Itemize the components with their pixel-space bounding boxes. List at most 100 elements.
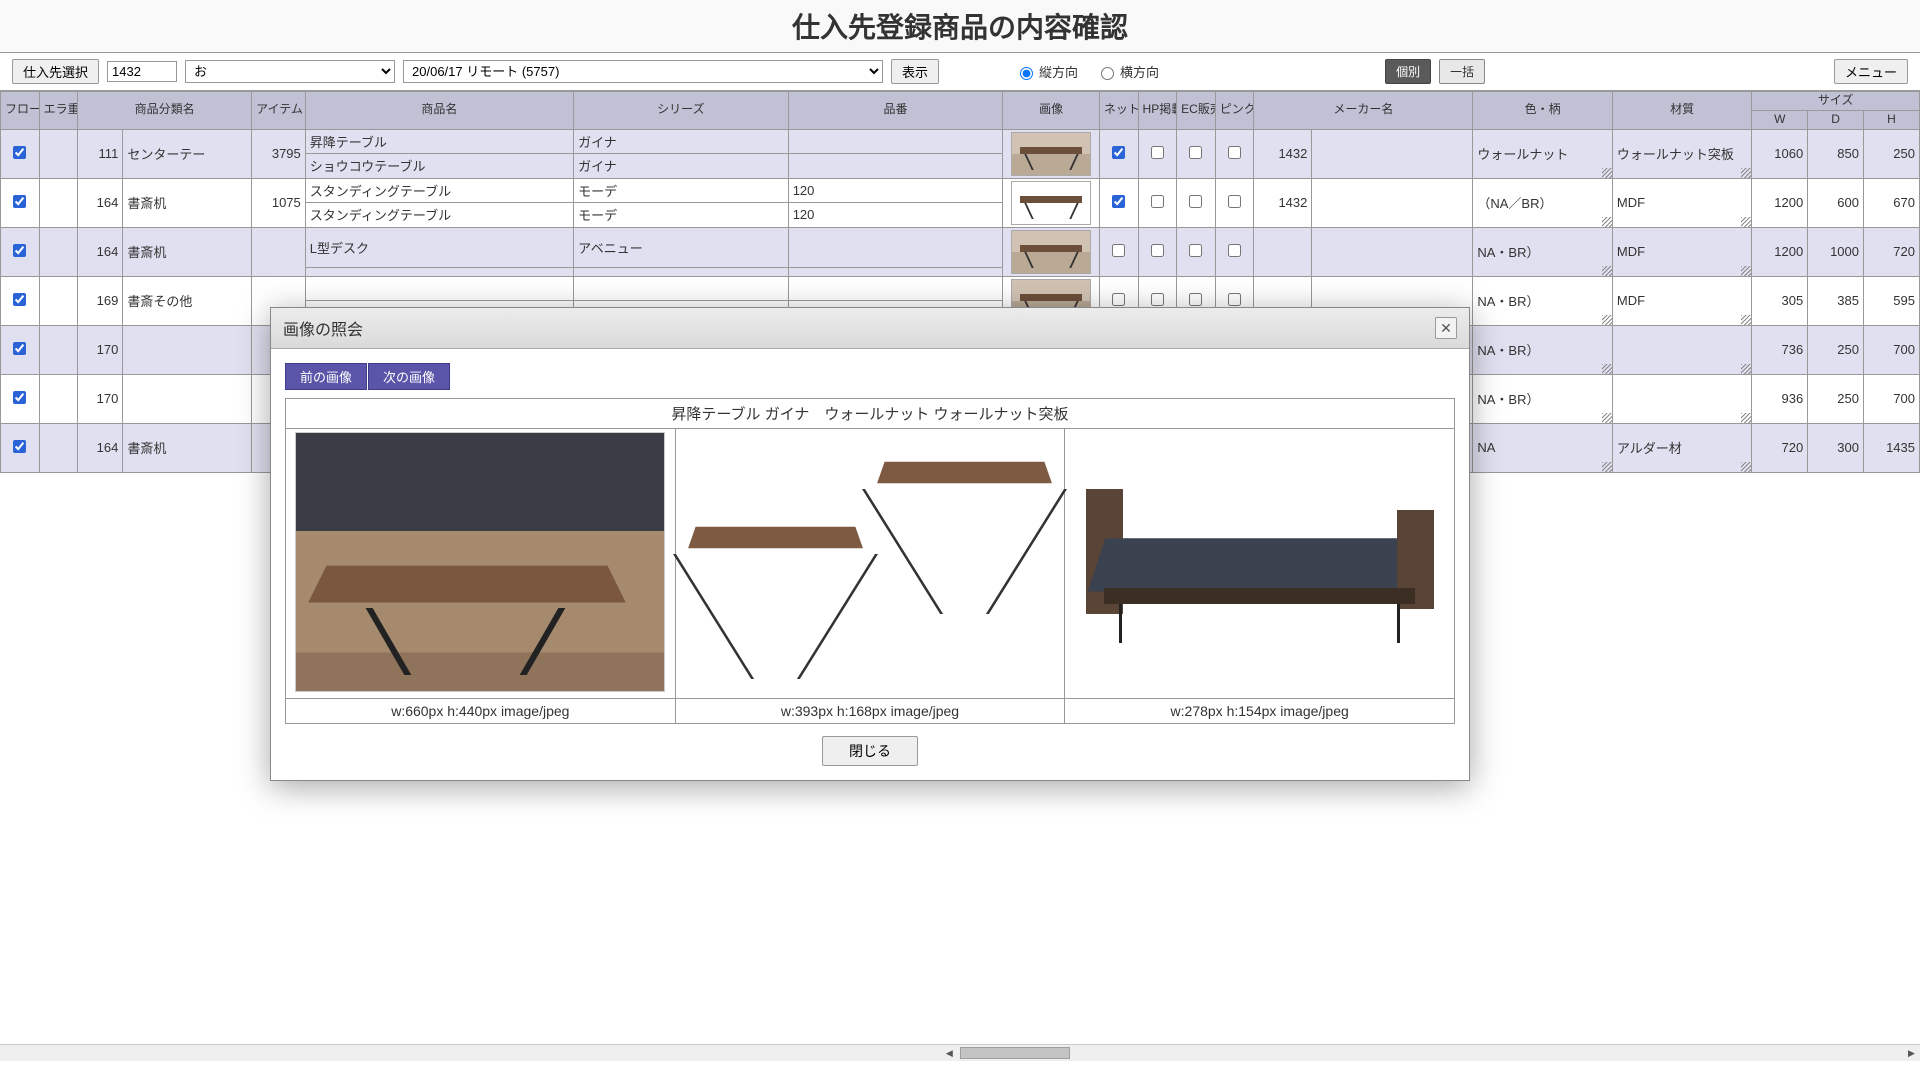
material-cell[interactable]: ウォールナット突板: [1612, 129, 1752, 178]
supplier-name-select[interactable]: お: [185, 60, 395, 83]
color-cell[interactable]: ウォールナット: [1473, 129, 1613, 178]
session-select[interactable]: 20/06/17 リモート (5757): [403, 60, 883, 83]
color-cell[interactable]: NA・BR）: [1473, 374, 1613, 423]
size-w: 936: [1752, 374, 1808, 423]
product-name-2: スタンディングテーブル: [305, 203, 573, 228]
dialog-close-footer-button[interactable]: 閉じる: [822, 736, 918, 766]
material-cell[interactable]: MDF: [1612, 227, 1752, 276]
model-2: [788, 268, 1003, 276]
material-cell[interactable]: [1612, 325, 1752, 374]
product-name-2: [305, 268, 573, 276]
size-h: 1435: [1864, 423, 1920, 472]
image-cell-2[interactable]: [675, 429, 1065, 699]
image-thumbnail-cell[interactable]: [1003, 178, 1100, 227]
scroll-thumb[interactable]: [960, 1047, 1070, 1059]
direction-vertical-radio[interactable]: 縦方向: [1015, 62, 1078, 81]
mode-batch-button[interactable]: 一括: [1439, 59, 1485, 84]
hp-cell: [1138, 178, 1177, 227]
series-2: ガイナ: [574, 154, 789, 179]
image-cell-1[interactable]: [286, 429, 676, 699]
product-image-2: [685, 432, 1055, 692]
color-cell[interactable]: NA・BR）: [1473, 276, 1613, 325]
item-code: 1075: [252, 178, 306, 227]
scroll-left-arrow-icon[interactable]: ◀: [941, 1045, 958, 1061]
ec-checkbox[interactable]: [1189, 146, 1202, 159]
disc-checkbox[interactable]: [1228, 195, 1241, 208]
series-1: アベニュー: [574, 227, 789, 268]
flow-checkbox[interactable]: [13, 440, 26, 453]
color-cell[interactable]: NA・BR）: [1473, 227, 1613, 276]
net-cell: [1099, 227, 1138, 276]
supplier-code-input[interactable]: [107, 61, 177, 82]
size-w: 1200: [1752, 178, 1808, 227]
product-name-2: ショウコウテーブル: [305, 154, 573, 179]
flow-checkbox-cell: [1, 129, 40, 178]
image-thumbnail-cell[interactable]: [1003, 227, 1100, 276]
mode-individual-button[interactable]: 個別: [1385, 59, 1431, 84]
col-size-h: H: [1864, 110, 1920, 129]
color-cell[interactable]: （NA／BR）: [1473, 178, 1613, 227]
color-cell[interactable]: NA: [1473, 423, 1613, 472]
horizontal-scrollbar[interactable]: ◀ ▶: [0, 1044, 1920, 1061]
image-cell-3[interactable]: [1065, 429, 1455, 699]
image-thumbnail-cell[interactable]: [1003, 129, 1100, 178]
disc-checkbox[interactable]: [1228, 244, 1241, 257]
image-table: 昇降テーブル ガイナ ウォールナット ウォールナット突板: [285, 398, 1455, 724]
net-checkbox[interactable]: [1112, 195, 1125, 208]
cat-code: 170: [78, 374, 123, 423]
model-2: 120: [788, 203, 1003, 228]
dup-cell: [39, 178, 78, 227]
ec-checkbox[interactable]: [1189, 195, 1202, 208]
material-cell[interactable]: アルダー材: [1612, 423, 1752, 472]
image-meta-3: w:278px h:154px image/jpeg: [1065, 699, 1455, 724]
size-d: 1000: [1808, 227, 1864, 276]
cat-name: 書斎机: [123, 227, 252, 276]
direction-horizontal-radio[interactable]: 横方向: [1096, 62, 1159, 81]
material-cell[interactable]: MDF: [1612, 178, 1752, 227]
hp-checkbox[interactable]: [1151, 244, 1164, 257]
hp-cell: [1138, 129, 1177, 178]
scroll-right-arrow-icon[interactable]: ▶: [1903, 1045, 1920, 1061]
col-item: アイテム: [252, 92, 306, 130]
menu-button[interactable]: メニュー: [1834, 59, 1908, 84]
cat-code: 111: [78, 129, 123, 178]
ec-checkbox[interactable]: [1189, 244, 1202, 257]
toolbar: 仕入先選択 お 20/06/17 リモート (5757) 表示 縦方向 横方向 …: [0, 53, 1920, 91]
flow-checkbox[interactable]: [13, 342, 26, 355]
ec-checkbox[interactable]: [1189, 293, 1202, 306]
dialog-titlebar[interactable]: 画像の照会 ✕: [271, 308, 1469, 349]
net-checkbox[interactable]: [1112, 244, 1125, 257]
material-cell[interactable]: MDF: [1612, 276, 1752, 325]
table-row: 169書斎その他NA・BR）MDF305385595: [1, 276, 1920, 301]
next-image-button[interactable]: 次の画像: [368, 363, 450, 390]
prev-image-button[interactable]: 前の画像: [285, 363, 367, 390]
item-code: 3795: [252, 129, 306, 178]
item-code: [252, 227, 306, 276]
flow-checkbox-cell: [1, 374, 40, 423]
hp-checkbox[interactable]: [1151, 146, 1164, 159]
flow-checkbox[interactable]: [13, 391, 26, 404]
disc-checkbox[interactable]: [1228, 146, 1241, 159]
flow-checkbox[interactable]: [13, 293, 26, 306]
size-d: 300: [1808, 423, 1864, 472]
supplier-select-button[interactable]: 仕入先選択: [12, 59, 99, 84]
series-2: [574, 268, 789, 276]
table-row: 164書斎机1075スタンディングテーブルモーデ1201432（NA／BR）MD…: [1, 178, 1920, 203]
flow-checkbox[interactable]: [13, 146, 26, 159]
hp-checkbox[interactable]: [1151, 293, 1164, 306]
flow-checkbox[interactable]: [13, 244, 26, 257]
disc-checkbox[interactable]: [1228, 293, 1241, 306]
show-button[interactable]: 表示: [891, 59, 939, 84]
hp-checkbox[interactable]: [1151, 195, 1164, 208]
net-checkbox[interactable]: [1112, 293, 1125, 306]
color-cell[interactable]: NA・BR）: [1473, 325, 1613, 374]
dialog-close-button[interactable]: ✕: [1435, 317, 1457, 339]
material-cell[interactable]: [1612, 374, 1752, 423]
flow-checkbox[interactable]: [13, 195, 26, 208]
model-1: [788, 276, 1003, 301]
disc-cell: [1215, 227, 1254, 276]
model-1: [788, 129, 1003, 154]
net-checkbox[interactable]: [1112, 146, 1125, 159]
col-size: サイズ: [1752, 92, 1920, 111]
size-w: 720: [1752, 423, 1808, 472]
